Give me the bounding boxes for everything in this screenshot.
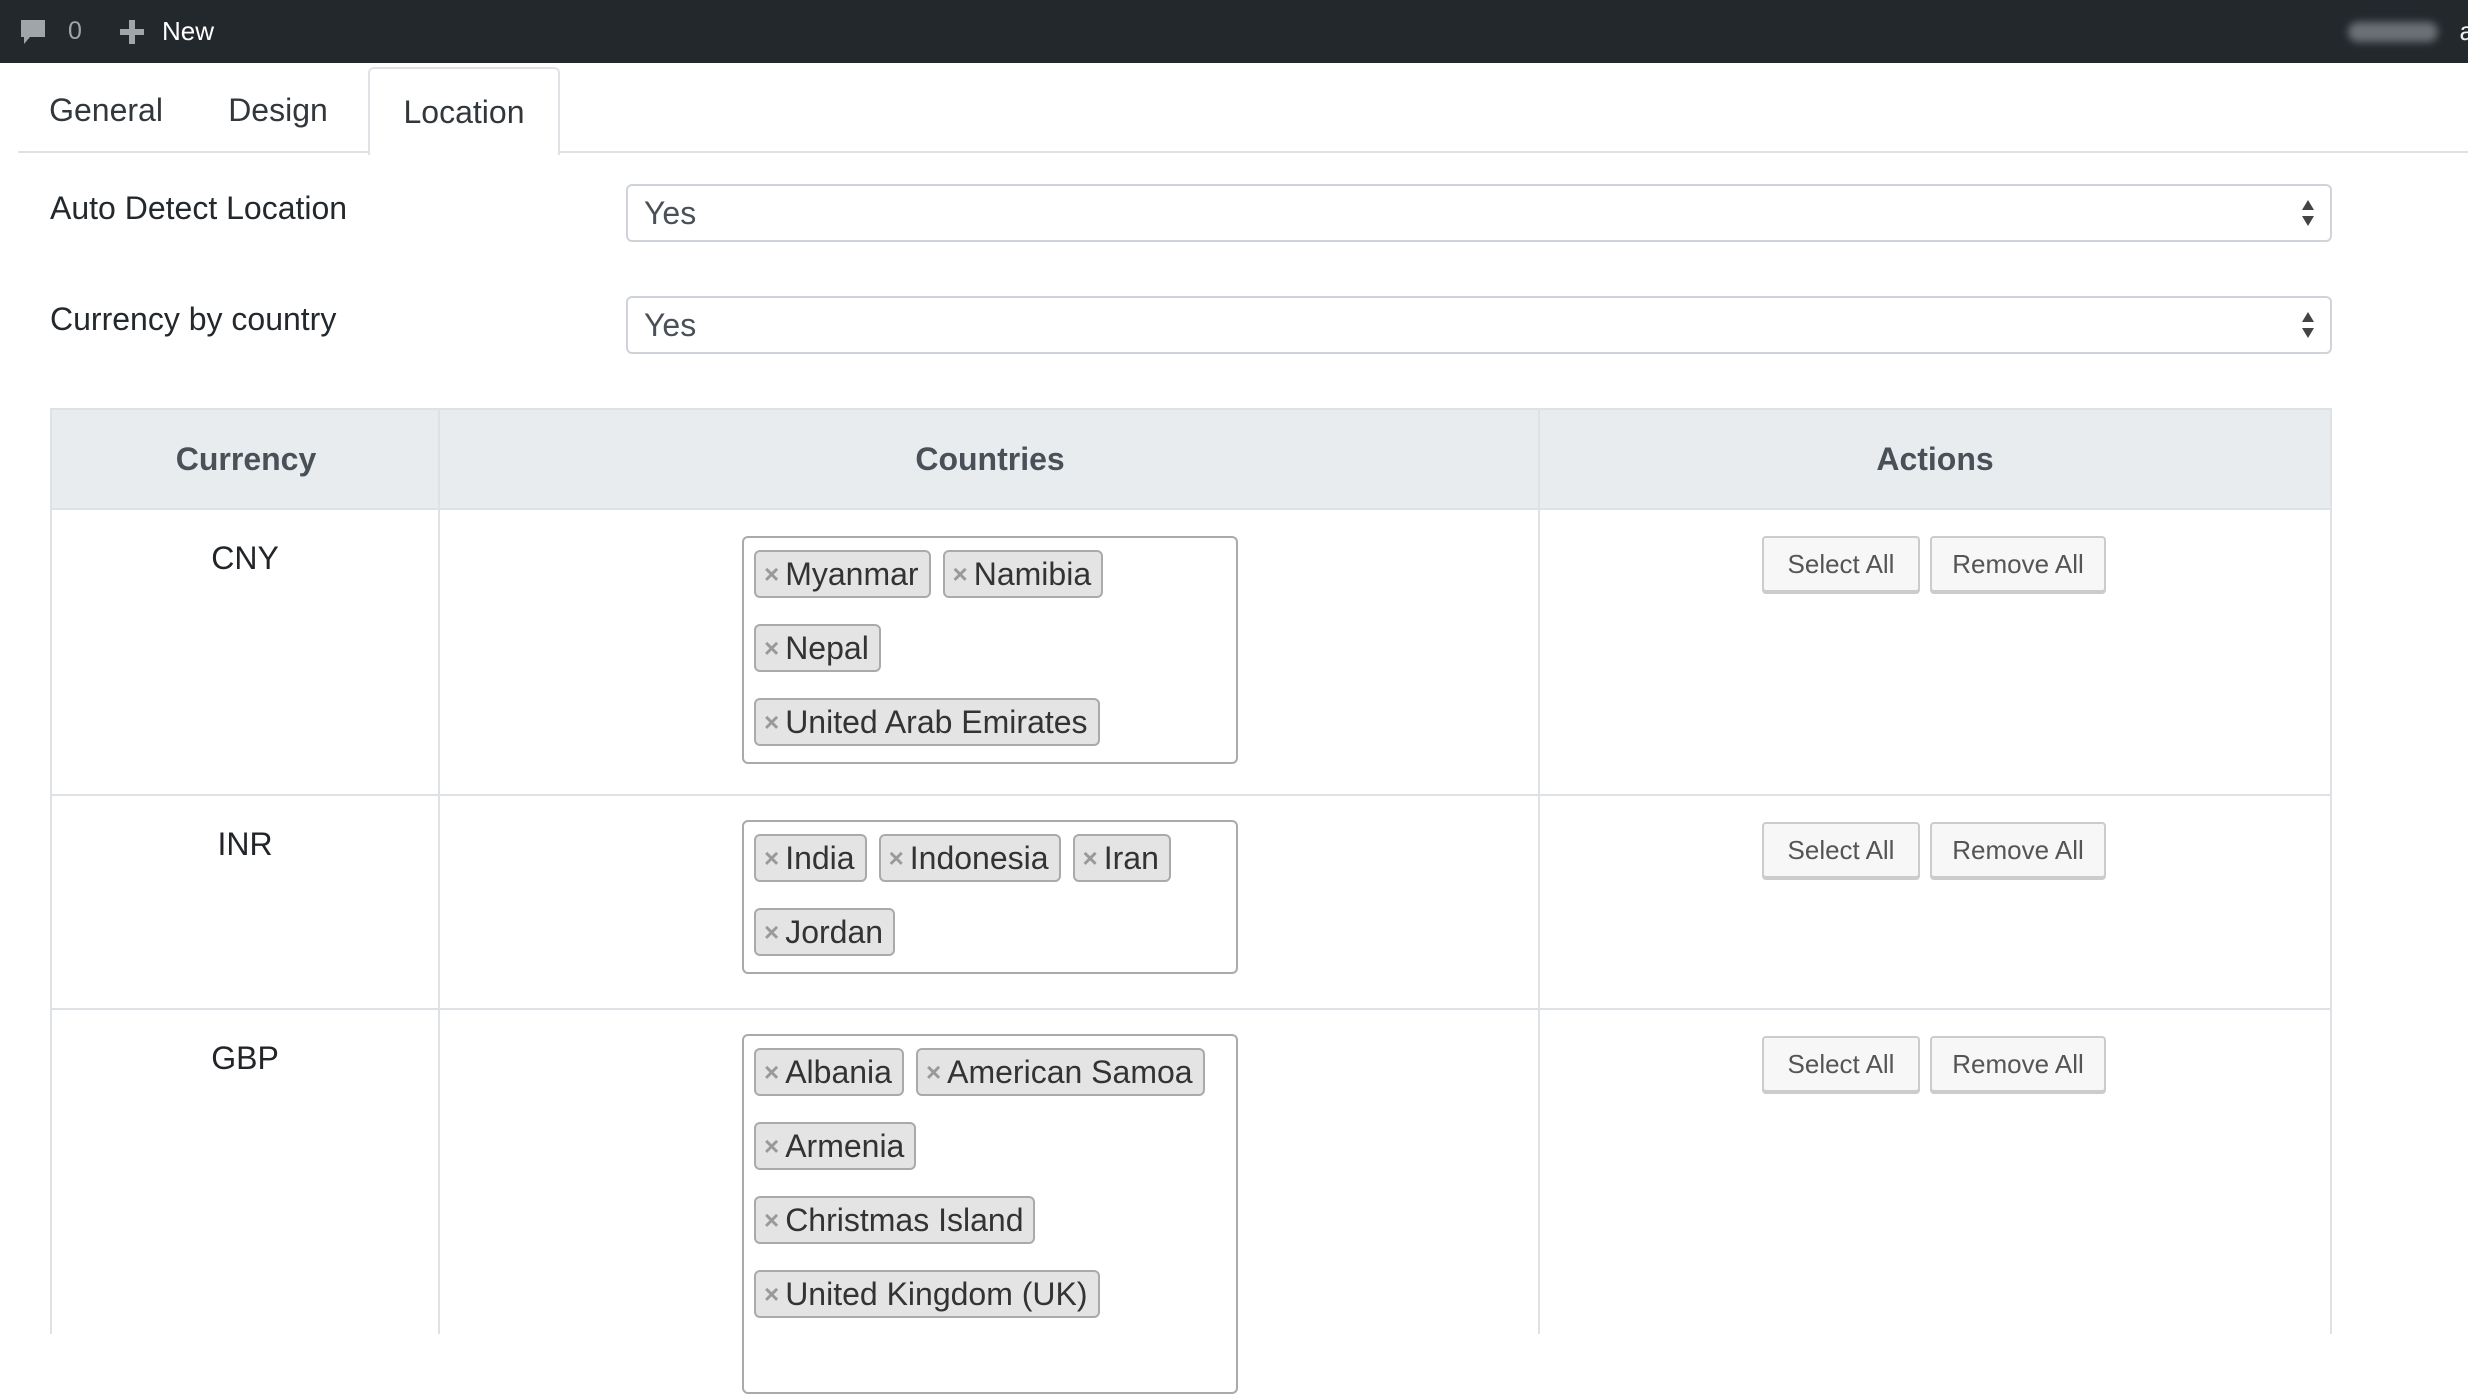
countries-multiselect-gbp[interactable]: × Albania × American Samoa × Armenia × Chris…: [742, 1034, 1238, 1394]
column-divider: [438, 410, 440, 1334]
country-chip: × India: [754, 834, 867, 882]
country-chip: × Christmas Island: [754, 1196, 1036, 1244]
country-chip: × Namibia: [942, 550, 1104, 598]
country-chip: × Jordan: [754, 908, 896, 956]
remove-chip-icon[interactable]: ×: [889, 843, 904, 874]
header-countries: Countries: [915, 440, 1065, 477]
currency-by-country-select[interactable]: Yes: [626, 296, 2332, 354]
howdy-blurred-name: [2348, 21, 2438, 42]
table-row-inr: INR × India × Indonesia × Iran × Jordan Sele…: [52, 796, 2330, 1010]
select-arrows-icon: [2302, 200, 2314, 226]
country-chip: × United Arab Emirates: [754, 698, 1100, 746]
select-arrows-icon: [2302, 312, 2314, 338]
remove-chip-icon[interactable]: ×: [764, 1279, 779, 1310]
header-currency: Currency: [175, 440, 317, 477]
admin-bar-comments[interactable]: 0: [18, 0, 82, 63]
admin-bar: 0 New a: [0, 0, 2468, 63]
admin-bar-account[interactable]: a: [2348, 0, 2468, 63]
countries-multiselect-cny[interactable]: × Myanmar × Namibia × Nepal × United Arab Em…: [742, 536, 1238, 764]
howdy-tail: a: [2459, 16, 2468, 46]
country-chip: × American Samoa: [915, 1048, 1205, 1096]
remove-all-button[interactable]: Remove All: [1930, 822, 2106, 878]
remove-chip-icon[interactable]: ×: [764, 1057, 779, 1088]
select-all-button[interactable]: Select All: [1762, 822, 1920, 878]
auto-detect-select[interactable]: Yes: [626, 184, 2332, 242]
remove-chip-icon[interactable]: ×: [764, 1131, 779, 1162]
country-chip: × Armenia: [754, 1122, 917, 1170]
comment-bubble-icon: [21, 19, 45, 44]
auto-detect-label: Auto Detect Location: [50, 190, 348, 226]
country-chip: × Indonesia: [878, 834, 1061, 882]
countries-multiselect-inr[interactable]: × India × Indonesia × Iran × Jordan: [742, 820, 1238, 974]
select-all-button[interactable]: Select All: [1762, 1036, 1920, 1092]
table-row-cny: CNY × Myanmar × Namibia × Nepal × United Ara…: [52, 510, 2330, 796]
currency-code: GBP: [211, 1040, 279, 1076]
country-chip: × Myanmar: [754, 550, 931, 598]
currency-by-country-value: Yes: [644, 306, 697, 343]
currency-by-country-label: Currency by country: [50, 301, 337, 337]
settings-tabs: General Design Location: [18, 63, 2468, 155]
remove-chip-icon[interactable]: ×: [926, 1057, 941, 1088]
remove-all-button[interactable]: Remove All: [1930, 536, 2106, 592]
remove-chip-icon[interactable]: ×: [764, 917, 779, 948]
new-label: New: [162, 16, 215, 46]
tab-general[interactable]: General: [32, 69, 180, 151]
tab-design[interactable]: Design: [208, 69, 348, 151]
currency-code: INR: [217, 826, 273, 862]
country-chip: × Nepal: [754, 624, 881, 672]
admin-bar-new[interactable]: New: [118, 0, 214, 63]
tab-location[interactable]: Location: [368, 67, 560, 155]
header-actions: Actions: [1876, 440, 1994, 477]
remove-chip-icon[interactable]: ×: [764, 559, 779, 590]
plus-icon: [120, 19, 144, 44]
currency-countries-table: Currency Countries Actions CNY × Myanmar …: [50, 408, 2332, 1394]
table-row-gbp: GBP × Albania × American Samoa × Armenia × C…: [52, 1010, 2330, 1394]
comment-count: 0: [68, 17, 82, 45]
remove-chip-icon[interactable]: ×: [764, 1205, 779, 1236]
country-chip: × Iran: [1072, 834, 1171, 882]
select-all-button[interactable]: Select All: [1762, 536, 1920, 592]
country-chip: × United Kingdom (UK): [754, 1270, 1100, 1318]
remove-chip-icon[interactable]: ×: [764, 633, 779, 664]
country-chip: × Albania: [754, 1048, 904, 1096]
table-header: Currency Countries Actions: [52, 410, 2330, 510]
remove-all-button[interactable]: Remove All: [1930, 1036, 2106, 1092]
auto-detect-value: Yes: [644, 194, 697, 231]
column-divider: [1538, 410, 1540, 1334]
remove-chip-icon[interactable]: ×: [1083, 843, 1098, 874]
remove-chip-icon[interactable]: ×: [953, 559, 968, 590]
remove-chip-icon[interactable]: ×: [764, 707, 779, 738]
remove-chip-icon[interactable]: ×: [764, 843, 779, 874]
currency-code: CNY: [211, 540, 279, 576]
